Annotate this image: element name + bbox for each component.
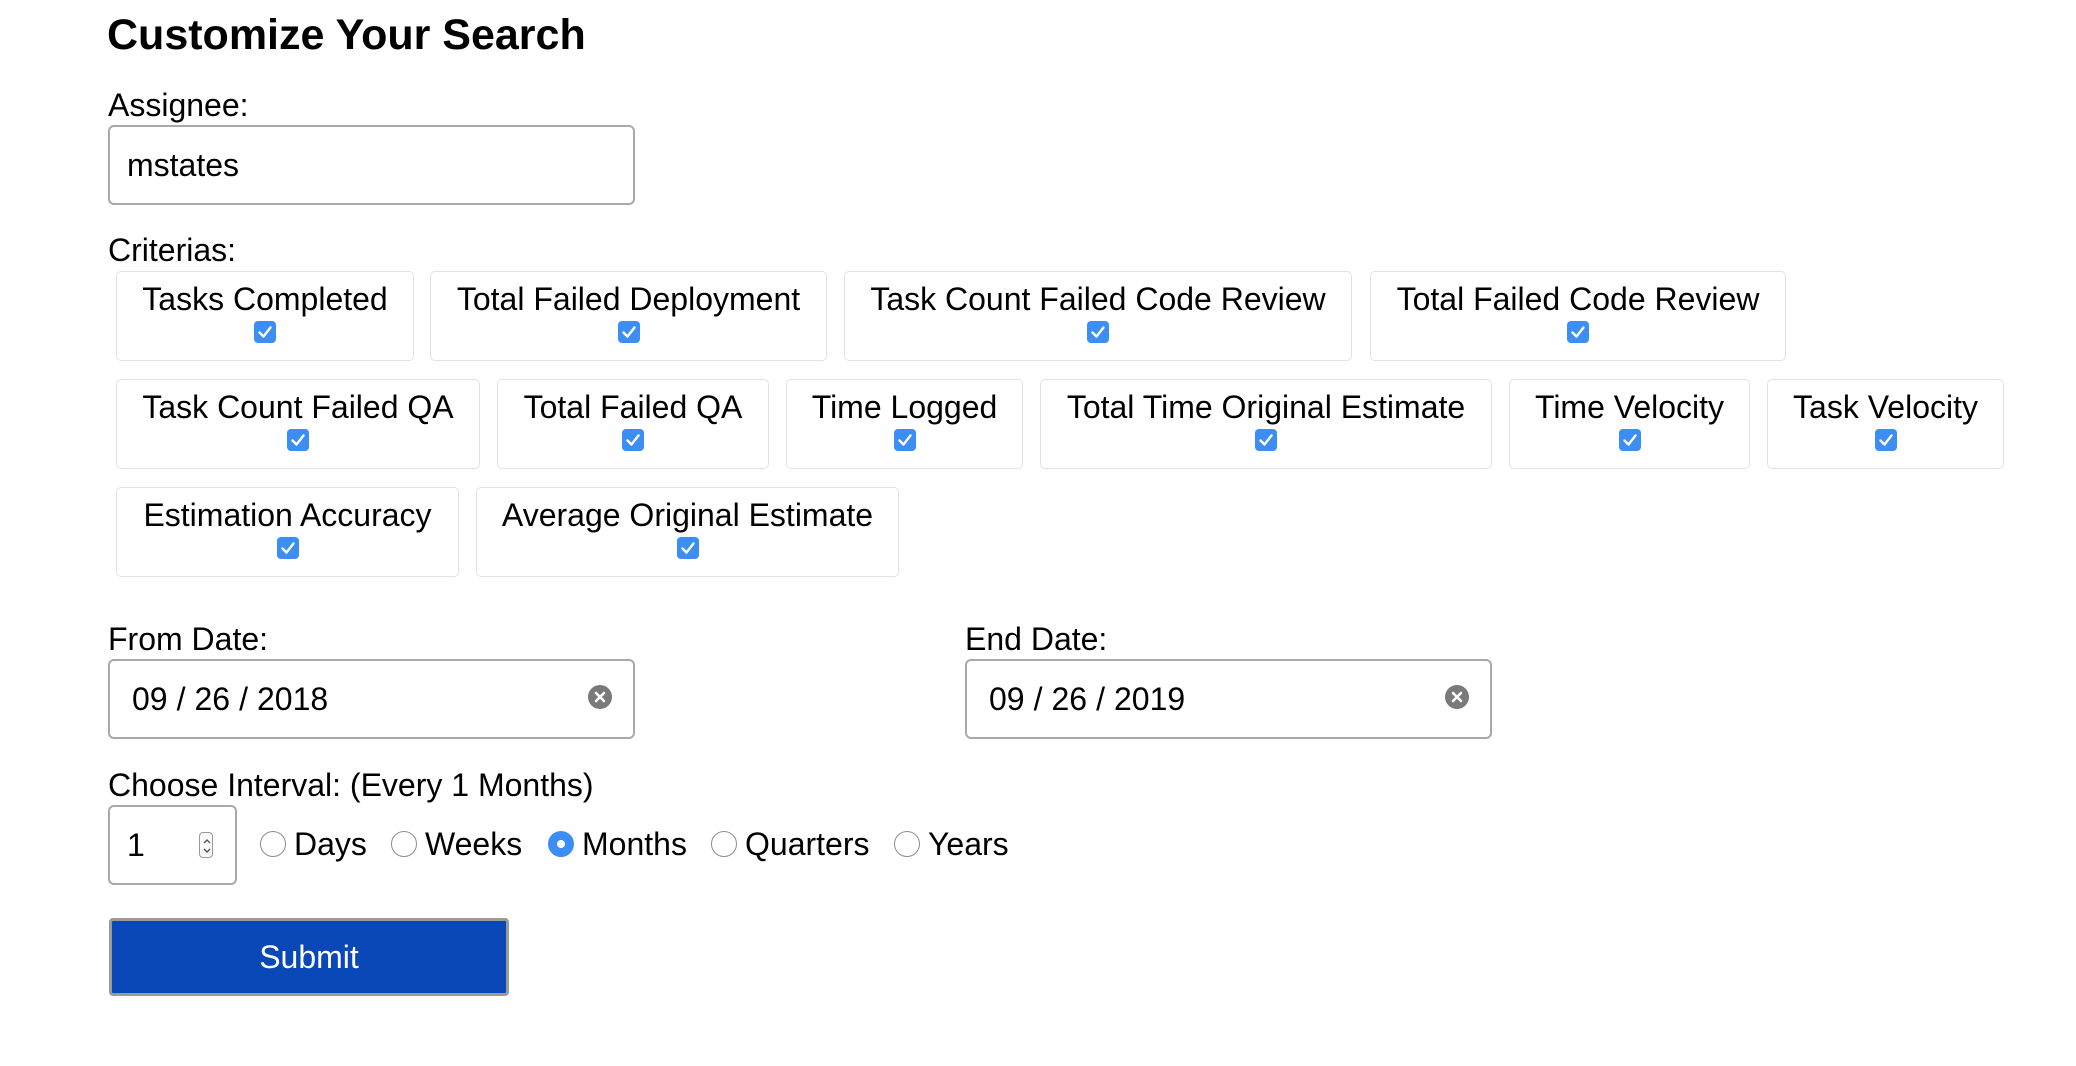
criteria-total-failed-qa[interactable]: Total Failed QA bbox=[497, 379, 769, 469]
page-title: Customize Your Search bbox=[107, 11, 586, 59]
checkbox-checked-icon[interactable] bbox=[622, 429, 644, 451]
submit-button-label: Submit bbox=[259, 938, 359, 975]
assignee-label: Assignee: bbox=[108, 87, 249, 123]
criteria-label: Total Time Original Estimate bbox=[1066, 389, 1466, 425]
criterias-label: Criterias: bbox=[108, 232, 237, 268]
criteria-total-failed-deployment[interactable]: Total Failed Deployment bbox=[430, 271, 827, 361]
radio-years[interactable] bbox=[894, 831, 920, 857]
radio-days[interactable] bbox=[260, 831, 286, 857]
radio-label-quarters: Quarters bbox=[745, 826, 870, 862]
criteria-label: Tasks Completed bbox=[142, 281, 388, 317]
criteria-label: Time Logged bbox=[811, 389, 998, 425]
checkbox-checked-icon[interactable] bbox=[1874, 429, 1897, 451]
stepper-arrows-icon[interactable] bbox=[199, 832, 213, 858]
end-date-year[interactable]: 2019 bbox=[1114, 681, 1185, 718]
criteria-label: Task Count Failed QA bbox=[142, 389, 454, 425]
clear-circle-icon[interactable] bbox=[1445, 685, 1469, 709]
end-date-month[interactable]: 09 bbox=[989, 681, 1025, 718]
date-separator: / bbox=[1096, 680, 1105, 717]
checkbox-checked-icon[interactable] bbox=[276, 537, 299, 559]
submit-button[interactable]: Submit bbox=[109, 918, 509, 996]
criteria-label: Total Failed QA bbox=[523, 389, 743, 425]
checkbox-checked-icon[interactable] bbox=[1567, 321, 1589, 343]
date-separator: / bbox=[239, 680, 248, 717]
assignee-value: mstates bbox=[127, 146, 240, 183]
criteria-task-count-failed-qa[interactable]: Task Count Failed QA bbox=[116, 379, 480, 469]
criteria-average-original-estimate[interactable]: Average Original Estimate bbox=[476, 487, 899, 577]
criteria-tasks-completed[interactable]: Tasks Completed bbox=[116, 271, 414, 361]
checkbox-checked-icon[interactable] bbox=[893, 429, 916, 451]
date-separator: / bbox=[176, 680, 186, 717]
radio-label-months: Months bbox=[582, 826, 687, 862]
checkbox-checked-icon[interactable] bbox=[1618, 429, 1641, 451]
criteria-time-logged[interactable]: Time Logged bbox=[786, 379, 1023, 469]
clear-circle-icon[interactable] bbox=[588, 685, 612, 709]
end-date-input[interactable]: 09 / 26 / 2019 bbox=[965, 659, 1492, 739]
end-date-day[interactable]: 26 bbox=[1051, 681, 1087, 718]
criteria-total-time-original-estimate[interactable]: Total Time Original Estimate bbox=[1040, 379, 1492, 469]
radio-label-years: Years bbox=[928, 826, 1009, 862]
radio-months[interactable] bbox=[548, 831, 574, 857]
interval-number-input[interactable]: 1 bbox=[108, 805, 237, 885]
criteria-label: Estimation Accuracy bbox=[143, 497, 432, 533]
criteria-label: Average Original Estimate bbox=[501, 497, 874, 533]
criteria-time-velocity[interactable]: Time Velocity bbox=[1509, 379, 1750, 469]
checkbox-checked-icon[interactable] bbox=[1255, 429, 1277, 451]
criteria-total-failed-code-review[interactable]: Total Failed Code Review bbox=[1370, 271, 1786, 361]
radio-weeks[interactable] bbox=[391, 831, 417, 857]
date-separator: / bbox=[1033, 680, 1043, 717]
criteria-label: Time Velocity bbox=[1534, 389, 1725, 425]
interval-label: Choose Interval: (Every 1 Months) bbox=[108, 767, 594, 803]
checkbox-checked-icon[interactable] bbox=[254, 321, 276, 343]
from-date-label: From Date: bbox=[108, 621, 269, 657]
assignee-input[interactable]: mstates bbox=[108, 125, 635, 205]
checkbox-checked-icon[interactable] bbox=[617, 321, 640, 343]
interval-value: 1 bbox=[127, 826, 145, 863]
from-date-day[interactable]: 26 bbox=[194, 681, 230, 718]
from-date-input[interactable]: 09 / 26 / 2018 bbox=[108, 659, 635, 739]
criteria-label: Total Failed Code Review bbox=[1396, 281, 1760, 317]
end-date-label: End Date: bbox=[965, 621, 1108, 657]
from-date-month[interactable]: 09 bbox=[132, 681, 168, 718]
criteria-task-count-failed-code-review[interactable]: Task Count Failed Code Review bbox=[844, 271, 1352, 361]
checkbox-checked-icon[interactable] bbox=[287, 429, 309, 451]
checkbox-checked-icon[interactable] bbox=[1087, 321, 1109, 343]
criteria-label: Task Velocity bbox=[1793, 389, 1978, 425]
radio-quarters[interactable] bbox=[711, 831, 737, 857]
checkbox-checked-icon[interactable] bbox=[676, 537, 699, 559]
criteria-label: Total Failed Deployment bbox=[456, 281, 801, 317]
criteria-task-velocity[interactable]: Task Velocity bbox=[1767, 379, 2004, 469]
radio-label-days: Days bbox=[294, 826, 367, 862]
criteria-estimation-accuracy[interactable]: Estimation Accuracy bbox=[116, 487, 459, 577]
from-date-year[interactable]: 2018 bbox=[257, 681, 328, 718]
criteria-label: Task Count Failed Code Review bbox=[870, 281, 1326, 317]
radio-label-weeks: Weeks bbox=[425, 826, 523, 862]
